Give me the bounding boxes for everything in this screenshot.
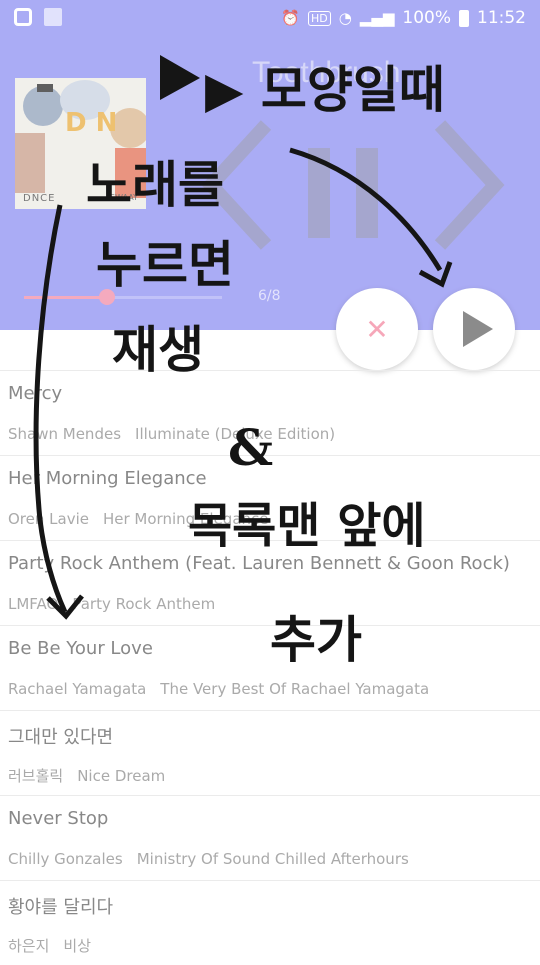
- close-icon: ✕: [365, 312, 389, 346]
- song-meta: Rachael Yamagata The Very Best Of Rachael…: [8, 680, 429, 698]
- song-meta: 하은지 비상: [8, 935, 91, 956]
- annotation-line6: 추가: [270, 610, 362, 669]
- song-album: The Very Best Of Rachael Yamagata: [160, 680, 430, 698]
- next-icon[interactable]: [430, 120, 510, 250]
- song-artist: Chilly Gonzales: [8, 850, 123, 868]
- song-row[interactable]: 그대만 있다면러브홀릭 Nice Dream: [0, 710, 540, 795]
- annotation-line3: 재생: [112, 320, 204, 379]
- status-bar: ⏰ HD ◔ ▂▄▆ 100% 11:52: [0, 0, 540, 36]
- advisory-icon: [37, 84, 53, 92]
- pause-icon[interactable]: [308, 148, 378, 238]
- song-title: Be Be Your Love: [8, 638, 153, 659]
- play-button[interactable]: [433, 288, 515, 370]
- hd-badge: HD: [307, 10, 331, 26]
- song-title: 그대만 있다면: [8, 727, 114, 748]
- song-meta: LMFAO Party Rock Anthem: [8, 595, 215, 613]
- alarm-icon: ⏰: [281, 9, 300, 27]
- clock: 11:52: [477, 8, 526, 28]
- battery-percent: 100%: [402, 8, 451, 28]
- song-meta: Shawn Mendes Illuminate (Deluxe Edition): [8, 425, 335, 443]
- wifi-icon: ◔: [338, 9, 352, 27]
- annotation-line5: 목록맨 앞에: [188, 498, 426, 554]
- track-counter: 6/8: [258, 288, 281, 304]
- song-album: Ministry Of Sound Chilled Afterhours: [136, 850, 409, 868]
- play-icon: [463, 311, 493, 347]
- battery-icon: [459, 9, 469, 27]
- song-meta: 러브홀릭 Nice Dream: [8, 765, 165, 786]
- song-artist: Oren Lavie: [8, 510, 89, 528]
- image-notification-icon: [44, 8, 62, 26]
- song-title: Never Stop: [8, 808, 109, 829]
- song-artist: Rachael Yamagata: [8, 680, 147, 698]
- song-meta: Chilly Gonzales Ministry Of Sound Chilled…: [8, 850, 409, 868]
- song-row[interactable]: Never Stop Chilly Gonzales Ministry Of Sou…: [0, 795, 540, 880]
- signal-icon: ▂▄▆: [359, 9, 395, 27]
- album-art-letters: D N: [65, 108, 118, 138]
- annotation-play-shape: ▶ 모양일때: [205, 60, 445, 119]
- song-album: Party Rock Anthem: [72, 595, 216, 613]
- song-artist: LMFAO: [8, 595, 59, 613]
- annotation-line2: 누르면: [96, 235, 234, 294]
- annotation-amp: &: [228, 418, 274, 477]
- song-row[interactable]: 황야를 달리다하은지 비상: [0, 880, 540, 965]
- song-title: 황야를 달리다: [8, 897, 114, 918]
- album-art-label: DNCE: [23, 193, 56, 204]
- song-album: 비상: [63, 937, 92, 955]
- song-title: Her Morning Elegance: [8, 468, 207, 489]
- song-artist: 하은지: [8, 937, 50, 955]
- song-title: Party Rock Anthem (Feat. Lauren Bennett …: [8, 553, 510, 574]
- app-notification-icon: [14, 8, 32, 26]
- annotation-line1: 노래를: [86, 155, 224, 214]
- song-title: Mercy: [8, 383, 63, 404]
- seek-progress: [24, 296, 108, 299]
- song-album: Nice Dream: [77, 767, 166, 785]
- close-button[interactable]: ✕: [336, 288, 418, 370]
- song-artist: 러브홀릭: [8, 767, 64, 785]
- song-artist: Shawn Mendes: [8, 425, 122, 443]
